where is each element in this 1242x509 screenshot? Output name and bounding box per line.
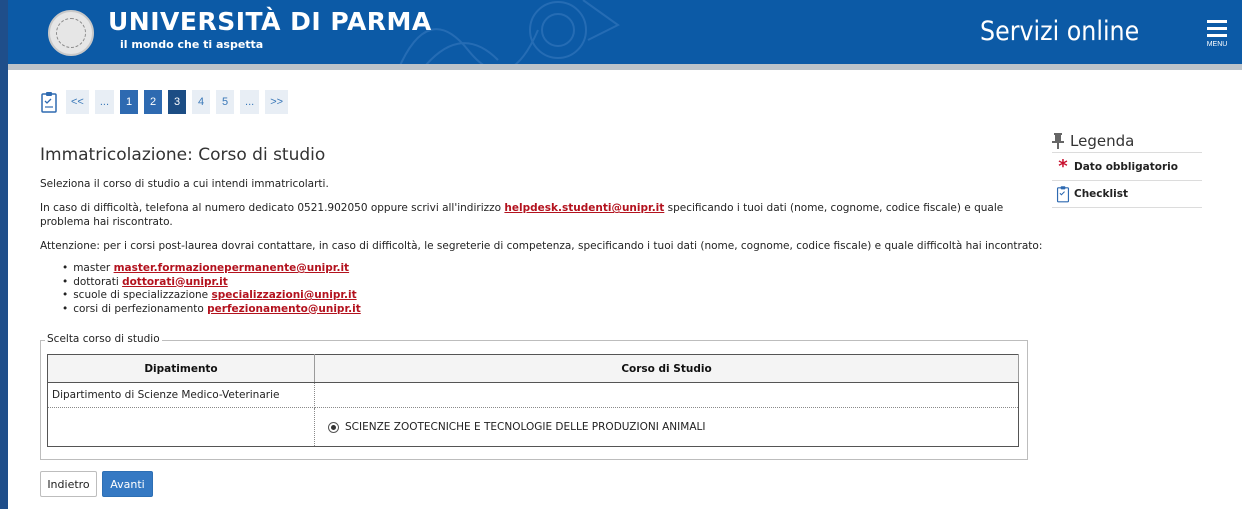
checklist-clipboard-icon[interactable]	[40, 91, 58, 113]
department-cell: Dipartimento di Scienze Medico-Veterinar…	[47, 382, 315, 408]
service-title: Servizi online	[980, 16, 1140, 47]
legend-item-required: * Dato obbligatorio	[1052, 152, 1202, 180]
step-1[interactable]: 1	[120, 90, 139, 114]
step-navigation: << ... 1 2 3 4 5 ... >>	[40, 90, 294, 114]
course-radio-button[interactable]	[328, 421, 339, 433]
helpdesk-email-link[interactable]: helpdesk.studenti@unipr.it	[504, 202, 664, 214]
site-header: UNIVERSITÀ DI PARMA il mondo che ti aspe…	[8, 0, 1242, 70]
step-2[interactable]: 2	[144, 90, 163, 114]
help-text: In caso di difficoltà, telefona al numer…	[40, 202, 1004, 228]
step-ellipsis-left[interactable]: ...	[94, 90, 115, 114]
hamburger-icon	[1207, 20, 1227, 23]
intro-text: Seleziona il corso di studio a cui inten…	[40, 178, 329, 190]
step-ellipsis-right: ...	[240, 90, 260, 114]
course-option[interactable]: SCIENZE ZOOTECNICHE E TECNOLOGIE DELLE P…	[314, 407, 1019, 447]
table-row: SCIENZE ZOOTECNICHE E TECNOLOGIE DELLE P…	[47, 407, 1019, 447]
perfezionamento-email-link[interactable]: perfezionamento@unipr.it	[207, 303, 361, 315]
legend-title: Legenda	[1070, 132, 1135, 150]
legend-label: Dato obbligatorio	[1074, 160, 1178, 173]
legend-item-checklist: Checklist	[1052, 180, 1202, 208]
column-header-course: Corso di Studio	[314, 354, 1019, 383]
back-button[interactable]: Indietro	[40, 471, 97, 497]
course-label[interactable]: SCIENZE ZOOTECNICHE E TECNOLOGIE DELLE P…	[345, 421, 705, 433]
attention-text: Attenzione: per i corsi post-laurea dovr…	[40, 240, 1043, 252]
step-3-current[interactable]: 3	[168, 90, 187, 114]
legend-heading: Legenda	[1052, 130, 1202, 152]
next-button[interactable]: Avanti	[102, 471, 153, 497]
university-tagline: il mondo che ti aspetta	[120, 38, 264, 51]
list-item: dottorati dottorati@unipr.it	[62, 276, 361, 290]
empty-cell	[47, 407, 315, 447]
course-table: Dipatimento Corso di Studio Dipartimento…	[47, 354, 1019, 447]
step-4: 4	[192, 90, 211, 114]
legend-panel: Legenda * Dato obbligatorio Checklist	[1052, 130, 1202, 208]
page-title: Immatricolazione: Corso di studio	[40, 145, 326, 165]
pin-icon	[1052, 133, 1064, 149]
menu-label: MENU	[1206, 41, 1228, 48]
list-item: corsi di perfezionamento perfezionamento…	[62, 303, 361, 317]
table-row: Dipartimento di Scienze Medico-Veterinar…	[47, 382, 1019, 408]
table-header-row: Dipatimento Corso di Studio	[47, 354, 1019, 383]
left-accent-bar	[0, 0, 8, 509]
menu-button[interactable]: MENU	[1204, 20, 1230, 60]
required-star-icon: *	[1058, 155, 1068, 177]
dottorati-email-link[interactable]: dottorati@unipr.it	[122, 276, 228, 288]
course-selection-legend: Scelta corso di studio	[45, 333, 162, 345]
list-item: scuole di specializzazione specializzazi…	[62, 289, 361, 303]
step-first[interactable]: <<	[66, 90, 89, 114]
empty-cell	[314, 382, 1019, 408]
university-seal-logo[interactable]	[48, 10, 94, 56]
step-last: >>	[265, 90, 289, 114]
contacts-list: master master.formazionepermanente@unipr…	[62, 262, 361, 316]
list-item: master master.formazionepermanente@unipr…	[62, 262, 361, 276]
checklist-clipboard-icon	[1056, 186, 1070, 203]
university-name: UNIVERSITÀ DI PARMA	[108, 7, 432, 36]
master-email-link[interactable]: master.formazionepermanente@unipr.it	[114, 262, 350, 274]
specializzazioni-email-link[interactable]: specializzazioni@unipr.it	[211, 289, 356, 301]
legend-label: Checklist	[1074, 188, 1128, 200]
step-5: 5	[216, 90, 235, 114]
header-divider	[8, 64, 1242, 70]
column-header-department: Dipatimento	[47, 354, 315, 383]
